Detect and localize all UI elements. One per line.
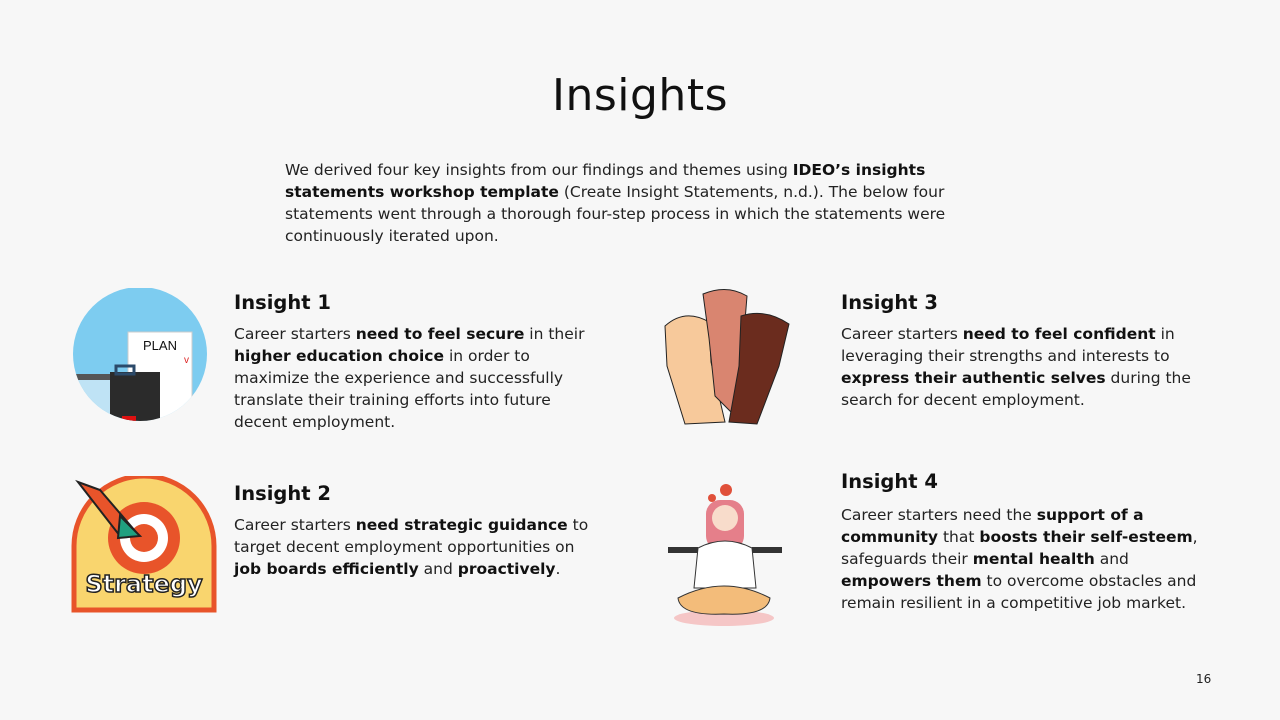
- insight-2-text: Career starters need strategic guidance …: [234, 514, 599, 580]
- insight-2-heading: Insight 2: [234, 482, 331, 505]
- insight-1-heading: Insight 1: [234, 291, 331, 314]
- text-segment: that: [938, 528, 980, 546]
- svg-text:v: v: [184, 355, 189, 366]
- insight-3-heading: Insight 3: [841, 291, 938, 314]
- text-segment: Career starters need the: [841, 506, 1037, 524]
- strategy-badge-illustration: Strategy: [71, 476, 217, 613]
- bold-text: proactively: [457, 560, 556, 578]
- text-segment: We derived four key insights from our fi…: [285, 161, 793, 179]
- bold-text: need to feel confident: [962, 325, 1156, 343]
- bold-text: need strategic guidance: [355, 516, 568, 534]
- page-title: Insights: [551, 70, 728, 121]
- strategy-label: Strategy: [85, 570, 203, 598]
- bold-text: need to feel secure: [355, 325, 525, 343]
- plan-briefcase-illustration: PLAN v: [73, 288, 207, 421]
- bold-text: job boards efficiently: [234, 560, 419, 578]
- plan-label: PLAN: [143, 338, 177, 353]
- meditating-woman-illustration: [668, 484, 782, 626]
- text-segment: Career starters: [234, 516, 356, 534]
- bold-text: higher education choice: [234, 347, 445, 365]
- bold-text: mental health: [972, 550, 1095, 568]
- bold-text: boosts their self-esteem: [979, 528, 1193, 546]
- raised-fists-illustration: [664, 289, 790, 425]
- text-segment: Career starters: [234, 325, 356, 343]
- insight-4-text: Career starters need the support of a co…: [841, 504, 1216, 614]
- text-segment: and: [1094, 550, 1129, 568]
- text-segment: .: [555, 560, 561, 578]
- text-segment: in their: [524, 325, 585, 343]
- page-number: 16: [1196, 672, 1212, 686]
- insight-3-text: Career starters need to feel confident i…: [841, 323, 1216, 411]
- text-segment: and: [418, 560, 458, 578]
- intro-paragraph: We derived four key insights from our fi…: [285, 159, 1005, 247]
- bold-text: express their authentic selves: [841, 369, 1106, 387]
- insight-1-text: Career starters need to feel secure in t…: [234, 323, 594, 433]
- insight-4-heading: Insight 4: [841, 470, 938, 493]
- text-segment: Career starters: [841, 325, 963, 343]
- bold-text: empowers them: [841, 572, 982, 590]
